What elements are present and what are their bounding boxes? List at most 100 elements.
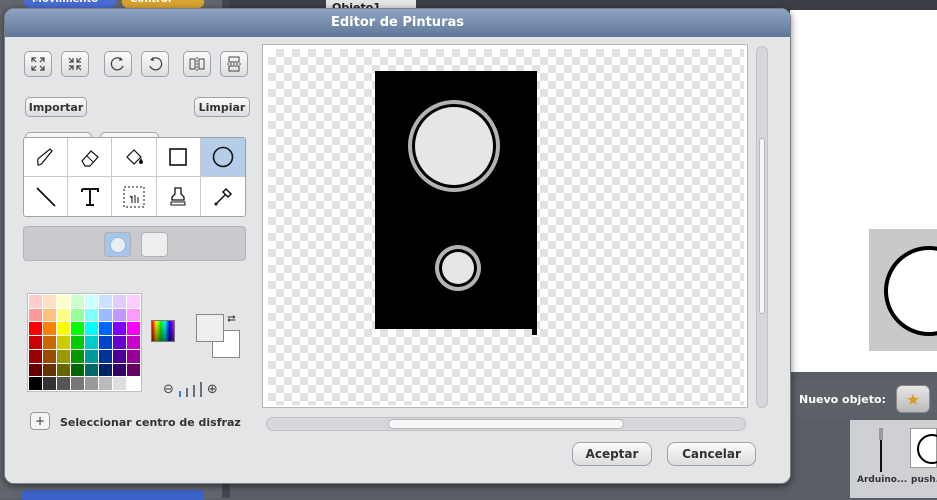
color-swatch[interactable] [29,322,42,336]
fill-tool[interactable] [112,138,157,177]
color-swatch[interactable] [71,377,84,390]
category-tab-motion[interactable]: Movimiento [24,0,116,8]
color-swatch[interactable] [99,295,112,308]
color-swatch[interactable] [113,377,126,390]
color-swatch[interactable] [85,336,98,349]
paint-new-sprite-button[interactable]: ★ [896,385,930,413]
ok-button[interactable]: Aceptar [572,442,652,466]
color-swatch[interactable] [127,322,140,336]
select-hand-icon [123,186,145,207]
canvas-horizontal-scroll-thumb[interactable] [388,419,624,429]
drawing-canvas[interactable] [262,44,748,408]
zoom-in-icon[interactable]: ⊕ [207,382,218,397]
zoom-level-4[interactable] [199,382,202,397]
color-swatch[interactable] [127,349,140,363]
canvas-transparent-background[interactable] [268,49,744,405]
color-swatch[interactable] [113,322,126,336]
import-button[interactable]: Importar [25,97,87,117]
color-swatch[interactable] [71,349,84,363]
color-swatch[interactable] [71,308,84,322]
color-swatch[interactable] [127,363,140,377]
color-swatch[interactable] [99,377,112,390]
color-swatch[interactable] [71,322,84,336]
color-swatch[interactable] [29,308,42,322]
color-swatch[interactable] [127,308,140,322]
paintbrush-tool[interactable] [24,138,69,177]
rectangle-tool[interactable] [156,138,201,177]
color-swatch[interactable] [43,349,56,363]
arduino-sprite-thumbnail[interactable] [876,428,886,472]
outline-shape-option[interactable] [141,232,168,257]
category-tab-control[interactable]: Control [122,0,204,8]
ellipse-tool[interactable] [200,138,245,177]
color-swatch[interactable] [43,295,56,308]
stamp-tool[interactable] [157,177,201,216]
color-swatch[interactable] [71,363,84,377]
color-swatch[interactable] [113,363,126,377]
zoom-level-2[interactable] [185,388,188,397]
color-swatch[interactable] [99,336,112,349]
color-swatch[interactable] [99,308,112,322]
color-swatch[interactable] [29,295,42,308]
color-swatch[interactable] [29,349,42,363]
color-swatch[interactable] [127,336,140,349]
color-swatch[interactable] [57,295,70,308]
color-swatch[interactable] [29,363,42,377]
color-swatch[interactable] [57,363,70,377]
color-swatch[interactable] [71,295,84,308]
color-swatch[interactable] [113,295,126,308]
text-tool[interactable] [68,177,113,216]
color-swatch[interactable] [113,336,126,349]
grow-icon[interactable] [24,51,52,77]
color-swatch[interactable] [99,322,112,336]
zoom-level-3[interactable] [192,385,195,397]
color-swatch[interactable] [85,295,98,308]
color-swatch[interactable] [43,336,56,349]
select-tool[interactable] [112,177,157,216]
swap-colors-icon[interactable]: ⮂ [227,312,236,326]
color-swatch[interactable] [43,308,56,322]
flip-vertical-icon[interactable] [220,51,248,77]
cancel-button[interactable]: Cancelar [667,442,756,466]
color-swatch[interactable] [71,336,84,349]
color-swatch[interactable] [57,322,70,336]
color-swatch[interactable] [85,308,98,322]
flip-horizontal-icon[interactable] [183,51,211,77]
rotate-right-icon[interactable] [141,51,169,77]
eraser-tool[interactable] [68,138,113,177]
color-swatch[interactable] [57,336,70,349]
rotate-left-icon[interactable] [104,51,132,77]
zoom-out-icon[interactable]: ⊖ [163,382,174,397]
color-swatch[interactable] [29,336,42,349]
line-tool[interactable] [24,177,69,216]
shrink-icon[interactable] [61,51,89,77]
color-swatch[interactable] [127,295,140,308]
color-swatch[interactable] [57,349,70,363]
color-swatch[interactable] [85,377,98,390]
set-costume-center-button[interactable]: + [30,412,50,430]
color-spectrum-picker[interactable] [151,320,175,342]
dialog-title[interactable]: Editor de Pinturas [5,9,790,37]
color-swatch[interactable] [57,377,70,390]
color-swatch[interactable] [127,377,140,390]
color-swatch[interactable] [99,363,112,377]
color-swatch[interactable] [85,363,98,377]
filled-shape-option[interactable] [104,232,131,257]
color-swatch[interactable] [57,308,70,322]
bottom-tab[interactable] [22,490,204,500]
stamp-icon [170,186,186,205]
color-swatch[interactable] [85,322,98,336]
color-swatch[interactable] [43,363,56,377]
eyedropper-tool[interactable] [201,177,245,216]
color-swatch[interactable] [113,308,126,322]
zoom-level-1[interactable] [178,391,181,397]
foreground-color-swatch[interactable] [196,314,224,342]
canvas-vertical-scroll-thumb[interactable] [759,138,765,314]
color-swatch[interactable] [43,322,56,336]
color-swatch[interactable] [29,377,42,390]
color-swatch[interactable] [113,349,126,363]
clear-button[interactable]: Limpiar [194,97,250,117]
color-swatch[interactable] [43,377,56,390]
color-swatch[interactable] [85,349,98,363]
color-swatch[interactable] [99,349,112,363]
